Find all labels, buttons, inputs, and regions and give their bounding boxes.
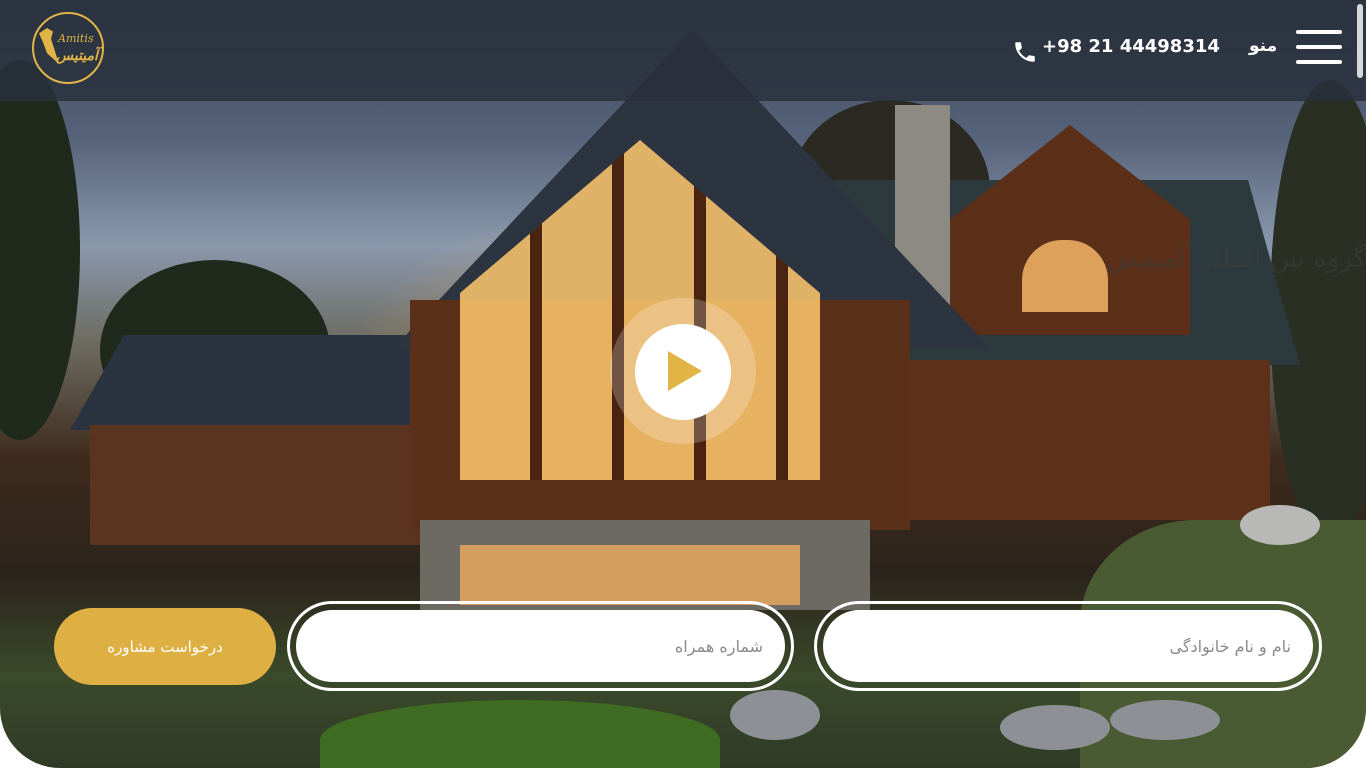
logo-latin-text: Amitis (58, 32, 94, 45)
play-video-button[interactable] (610, 298, 756, 444)
menu-label[interactable]: منو (1249, 36, 1277, 56)
phone-icon[interactable] (1012, 38, 1038, 66)
house-wing (90, 425, 420, 545)
hero-section: گروه بین المللی آمیتیس درخواست مشاوره (0, 0, 1366, 768)
tree (0, 60, 80, 440)
phone-number[interactable]: +98 21 44498314 (1042, 36, 1220, 57)
hamburger-icon[interactable] (1296, 30, 1342, 64)
house-wing (870, 360, 1270, 520)
play-button-circle (635, 324, 731, 420)
rock (1000, 705, 1110, 750)
top-navbar: Amitis آمیتیس +98 21 44498314 منو (0, 0, 1366, 101)
name-field-wrapper (814, 601, 1322, 691)
rock (1240, 505, 1320, 545)
brand-logo[interactable]: Amitis آمیتیس (32, 12, 104, 84)
mobile-field-wrapper (287, 601, 794, 691)
logo-persian-text: آمیتیس (56, 48, 98, 64)
rock (730, 690, 820, 740)
play-icon (668, 351, 702, 391)
hamburger-line (1296, 60, 1342, 64)
consultation-request-button[interactable]: درخواست مشاوره (54, 608, 276, 685)
hamburger-line (1296, 30, 1342, 34)
hero-headline: گروه بین المللی آمیتیس (1106, 244, 1366, 274)
lawn (320, 700, 720, 768)
scrollbar-thumb[interactable] (1357, 4, 1363, 78)
hamburger-line (1296, 45, 1342, 49)
rock (1110, 700, 1220, 740)
house-roof (70, 335, 430, 430)
mobile-input[interactable] (296, 610, 785, 682)
name-input[interactable] (823, 610, 1313, 682)
page-scrollbar[interactable] (1355, 0, 1365, 768)
house-window (460, 545, 800, 605)
